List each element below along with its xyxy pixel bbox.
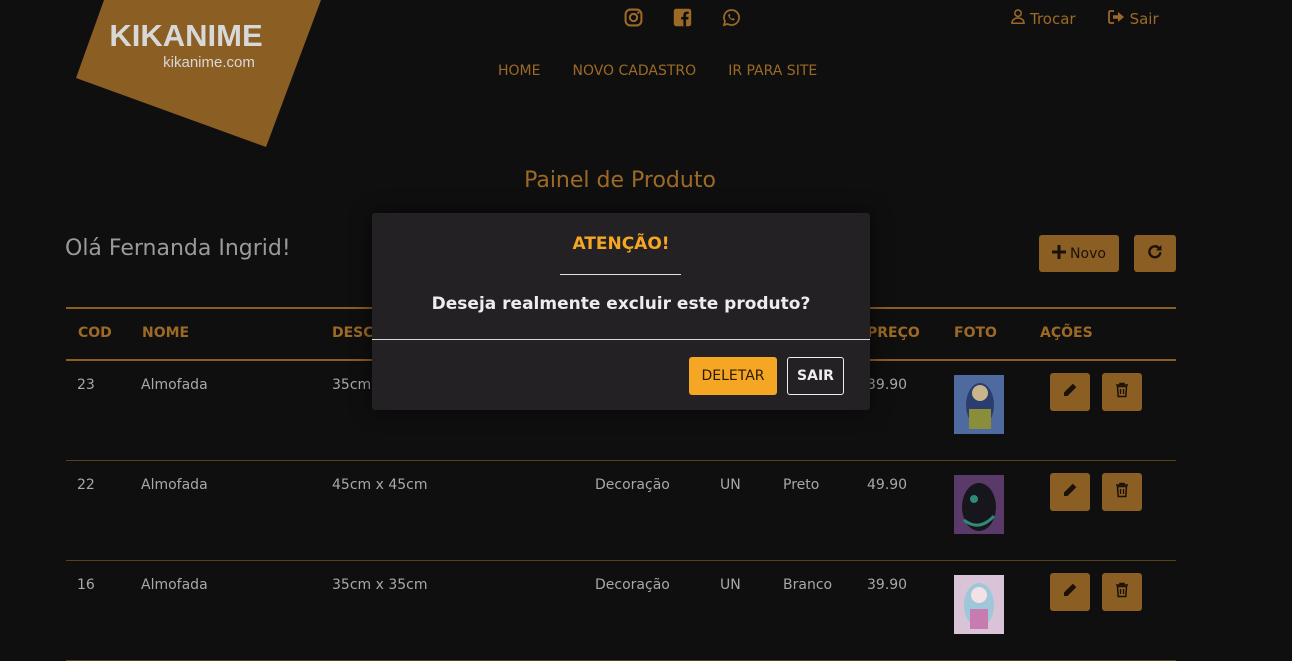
header-cod: COD [78,325,112,341]
nav-go-to-site[interactable]: IR PARA SITE [728,63,817,79]
nav-home[interactable]: HOME [498,63,540,79]
sign-out-icon [1107,9,1125,28]
modal-title: ATENÇÃO! [572,234,670,254]
trash-icon [1115,382,1129,402]
edit-button[interactable] [1050,573,1090,611]
modal-title-divider [560,274,681,275]
trash-icon [1115,582,1129,602]
header-actions: AÇÕES [1040,325,1093,341]
refresh-button[interactable] [1134,235,1176,272]
social-links [624,8,741,27]
confirm-delete-button[interactable]: DELETAR [689,357,777,395]
refresh-icon [1147,244,1163,264]
whatsapp-icon[interactable] [722,8,741,27]
plus-icon [1052,244,1067,263]
main-nav: HOME NOVO CADASTRO IR PARA SITE [498,63,817,79]
cell-description: 35cm [332,377,372,393]
cell-unit: UN [720,577,741,593]
edit-button[interactable] [1050,473,1090,511]
cell-name: Almofada [141,377,208,393]
delete-button[interactable] [1102,473,1142,511]
logo-subtitle: kikanime.com [163,54,255,71]
cancel-modal-button[interactable]: SAIR [787,357,844,395]
table-row: 16 Almofada 35cm x 35cm Decoração UN Bra… [66,561,1176,661]
nav-new-register[interactable]: NOVO CADASTRO [572,63,696,79]
header-name: NOME [142,325,190,341]
logout-label: Sair [1129,9,1159,28]
cell-name: Almofada [141,577,208,593]
switch-user-link[interactable]: Trocar [1011,9,1076,28]
new-product-label: Novo [1070,245,1106,262]
modal-divider [372,339,870,340]
new-product-button[interactable]: Novo [1039,235,1119,272]
trash-icon [1115,482,1129,502]
cell-category: Decoração [595,477,670,493]
table-row: 22 Almofada 45cm x 45cm Decoração UN Pre… [66,461,1176,561]
cell-color: Preto [783,477,820,493]
cell-category: Decoração [595,577,670,593]
pencil-icon [1062,582,1078,602]
cell-cod: 23 [77,377,95,393]
cell-name: Almofada [141,477,208,493]
product-thumbnail [954,475,1004,534]
modal-message: Deseja realmente excluir este produto? [431,294,811,314]
user-icon [1011,9,1025,28]
cell-color: Branco [783,577,833,593]
cell-price: 39.90 [867,377,908,393]
cell-cod: 16 [77,577,95,593]
cell-description: 45cm x 45cm [332,477,428,493]
cell-price: 39.90 [867,577,908,593]
user-links: Trocar Sair [1011,9,1159,28]
delete-button[interactable] [1102,573,1142,611]
logout-link[interactable]: Sair [1107,9,1159,28]
switch-user-label: Trocar [1030,9,1076,28]
cell-unit: UN [720,477,741,493]
pencil-icon [1062,482,1078,502]
delete-button[interactable] [1102,373,1142,411]
cell-description: 35cm x 35cm [332,577,428,593]
header-photo: FOTO [954,325,997,341]
greeting: Olá Fernanda Ingrid! [65,236,291,261]
product-thumbnail [954,375,1004,434]
logo-title: KIKANIME [109,18,262,53]
cell-cod: 22 [77,477,95,493]
instagram-icon[interactable] [624,8,643,27]
edit-button[interactable] [1050,373,1090,411]
cell-price: 49.90 [867,477,908,493]
header-price: PREÇO [867,325,920,341]
facebook-icon[interactable] [673,8,692,27]
confirm-delete-modal: ATENÇÃO! Deseja realmente excluir este p… [372,213,870,410]
site-logo[interactable]: KIKANIME kikanime.com [76,0,326,150]
pencil-icon [1062,382,1078,402]
product-thumbnail [954,575,1004,634]
page-title: Painel de Produto [524,168,716,193]
